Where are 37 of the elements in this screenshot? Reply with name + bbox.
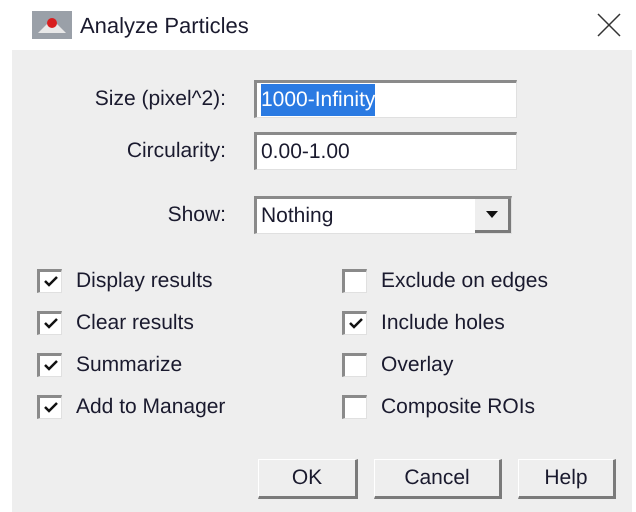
- show-dropdown[interactable]: Nothing: [254, 196, 512, 234]
- dialog-button[interactable]: OK: [258, 459, 358, 499]
- check-icon: [44, 360, 58, 371]
- field-label: Size (pixel^2):: [94, 86, 226, 112]
- field-label: Show:: [166, 202, 226, 228]
- checkbox[interactable]: [342, 310, 367, 334]
- checkbox[interactable]: [37, 310, 62, 334]
- checkbox[interactable]: [37, 394, 62, 418]
- checkbox-label: Clear results: [76, 310, 194, 336]
- checkbox[interactable]: [342, 352, 367, 376]
- checkbox[interactable]: [37, 352, 62, 376]
- checkbox-label: Add to Manager: [76, 394, 226, 420]
- check-icon: [44, 318, 58, 329]
- checkbox-label: Include holes: [381, 310, 505, 336]
- window-title: Analyze Particles: [80, 12, 249, 40]
- checkbox-label: Display results: [76, 268, 213, 294]
- check-icon: [44, 276, 58, 287]
- input-field[interactable]: 1000-Infinity: [254, 80, 517, 118]
- checkbox-label: Summarize: [76, 352, 182, 378]
- checkbox[interactable]: [37, 268, 62, 292]
- checkbox[interactable]: [342, 394, 367, 418]
- caret-icon: [486, 211, 498, 218]
- dialog-button[interactable]: Cancel: [374, 459, 502, 499]
- field-value: 1000-Infinity: [261, 84, 376, 116]
- checkbox[interactable]: [342, 268, 367, 292]
- check-icon: [348, 318, 362, 329]
- app-icon: [32, 11, 72, 39]
- dialog-button[interactable]: Help: [518, 459, 616, 499]
- check-icon: [44, 402, 58, 413]
- field-label: Circularity:: [126, 138, 226, 164]
- field-value: 0.00-1.00: [261, 139, 350, 166]
- checkbox-label: Composite ROIs: [381, 394, 536, 420]
- input-field[interactable]: 0.00-1.00: [254, 132, 517, 170]
- close-icon[interactable]: [596, 12, 622, 38]
- checkbox-label: Exclude on edges: [381, 268, 548, 294]
- checkbox-label: Overlay: [381, 352, 454, 378]
- dropdown-button[interactable]: [475, 199, 511, 233]
